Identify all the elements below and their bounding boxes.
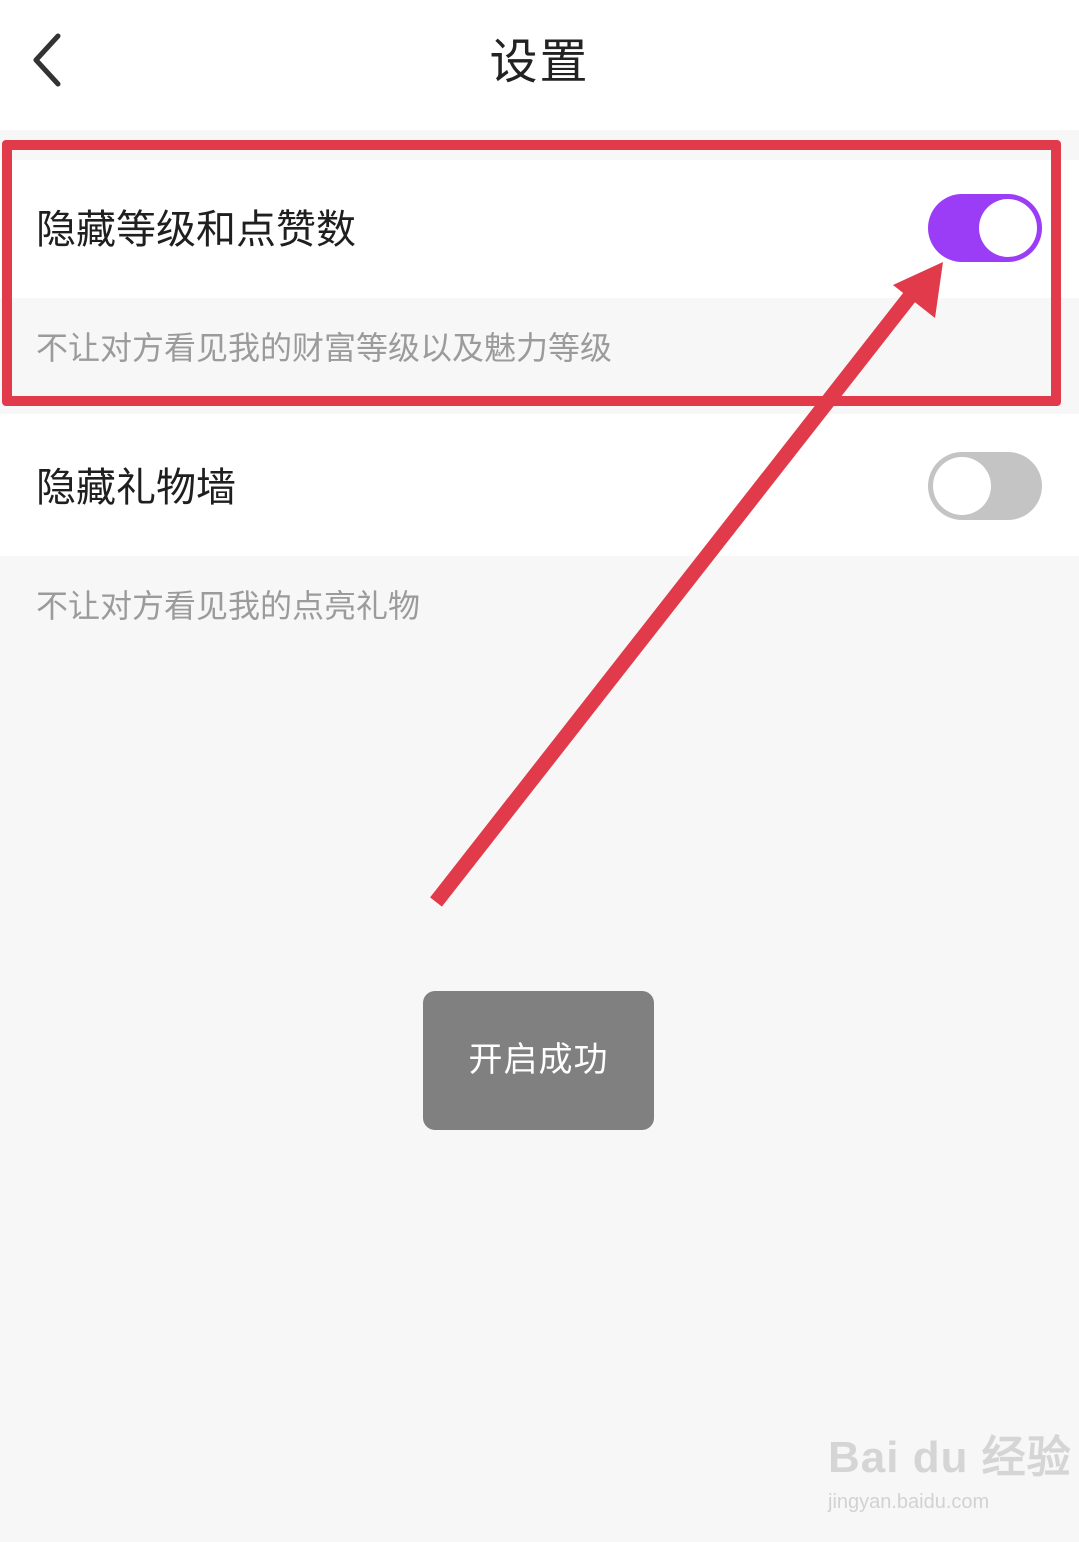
watermark-logo: Bai du 经验: [828, 1433, 1072, 1482]
toggle-knob: [979, 199, 1037, 257]
hide-level-toggle[interactable]: [928, 194, 1042, 262]
setting-label-hide-level: 隐藏等级和点赞数: [36, 207, 356, 253]
watermark: Bai du 经验 jingyan.baidu.com: [826, 1428, 1071, 1524]
page-title: 设置: [489, 34, 590, 90]
toggle-knob: [933, 457, 991, 515]
setting-row-hide-level: 隐藏等级和点赞数: [0, 160, 1079, 298]
setting-desc-hide-gift-wall: 不让对方看见我的点亮礼物: [36, 587, 421, 625]
top-bar: 设置: [0, 0, 1079, 130]
setting-desc-hide-level: 不让对方看见我的财富等级以及魅力等级: [36, 329, 613, 367]
setting-label-hide-gift-wall: 隐藏礼物墙: [36, 465, 236, 511]
hide-gift-wall-toggle[interactable]: [928, 452, 1042, 520]
watermark-url: jingyan.baidu.com: [828, 1491, 990, 1513]
toast-message: 开启成功: [423, 991, 654, 1130]
setting-row-hide-gift-wall: 隐藏礼物墙: [0, 414, 1079, 556]
